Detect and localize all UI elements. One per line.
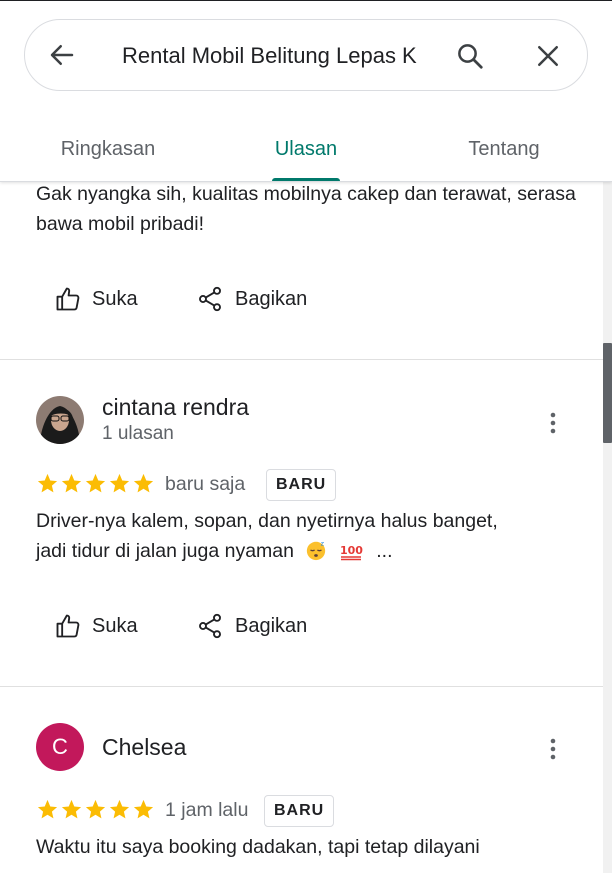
review-2-text-line2[interactable]: jadi tidur di jalan juga nyaman z 100 ..…	[36, 536, 576, 566]
star-icon	[37, 473, 58, 493]
scrollbar-track[interactable]	[603, 182, 612, 873]
star-rating	[36, 798, 155, 824]
share-icon	[199, 613, 221, 639]
search-bar[interactable]: Rental Mobil Belitung Lepas K	[24, 19, 588, 91]
review-2-text: jadi tidur di jalan juga nyaman	[36, 540, 294, 562]
review-time: baru saja	[165, 473, 246, 495]
star-icon	[61, 799, 82, 819]
close-icon[interactable]	[533, 41, 563, 71]
review-time: 1 jam lalu	[165, 799, 249, 821]
review-2-text-line1: Driver-nya kalem, sopan, dan nyetirnya h…	[36, 510, 498, 532]
star-rating	[36, 472, 155, 498]
more-options-icon[interactable]	[543, 736, 563, 762]
tab-ulasan[interactable]: Ulasan	[236, 109, 376, 181]
like-label: Suka	[92, 615, 138, 637]
like-button[interactable]: Suka	[54, 282, 154, 316]
tab-bar: Ringkasan Ulasan Tentang	[0, 109, 612, 181]
reviewer-name[interactable]: Chelsea	[102, 732, 186, 762]
read-more-ellipsis[interactable]: ...	[376, 540, 392, 562]
review-divider	[0, 686, 603, 687]
reviewer-review-count: 1 ulasan	[102, 423, 174, 444]
new-badge: BARU	[266, 469, 337, 501]
active-tab-indicator	[272, 178, 340, 181]
thumbs-up-icon	[56, 287, 80, 311]
star-icon	[85, 473, 106, 493]
like-button[interactable]: Suka	[54, 609, 154, 643]
avatar[interactable]: C	[36, 723, 84, 771]
svg-text:z: z	[321, 539, 325, 547]
star-icon	[133, 473, 154, 493]
star-icon	[109, 799, 130, 819]
star-icon	[85, 799, 106, 819]
sleeping-face-icon: z	[307, 539, 326, 561]
new-badge: BARU	[264, 795, 335, 827]
share-label: Bagikan	[235, 615, 308, 637]
more-options-icon[interactable]	[543, 410, 563, 436]
svg-text:100: 100	[340, 544, 363, 557]
star-icon	[61, 473, 82, 493]
review-1-text: Gak nyangka sih, kualitas mobilnya cakep…	[36, 183, 576, 235]
star-icon	[133, 799, 154, 819]
like-label: Suka	[92, 288, 138, 310]
header: Rental Mobil Belitung Lepas K Ringkasan …	[0, 1, 612, 182]
avatar[interactable]	[36, 396, 84, 444]
tab-ringkasan[interactable]: Ringkasan	[38, 109, 178, 181]
tab-tentang[interactable]: Tentang	[434, 109, 574, 181]
reviewer-name[interactable]: cintana rendra	[102, 392, 249, 422]
hundred-points-icon: 100	[340, 544, 363, 561]
star-icon	[37, 799, 58, 819]
review-divider	[0, 359, 603, 360]
avatar-photo	[36, 396, 84, 444]
star-icon	[109, 473, 130, 493]
thumbs-up-icon	[56, 614, 80, 638]
share-button[interactable]: Bagikan	[196, 282, 336, 316]
scrollbar-thumb[interactable]	[603, 343, 612, 443]
back-arrow-icon[interactable]	[47, 40, 77, 70]
share-label: Bagikan	[235, 288, 308, 310]
review-3-text-line1: Waktu itu saya booking dadakan, tapi tet…	[36, 836, 480, 858]
share-button[interactable]: Bagikan	[196, 609, 336, 643]
search-icon[interactable]	[455, 41, 485, 71]
share-icon	[199, 286, 221, 312]
search-input[interactable]: Rental Mobil Belitung Lepas K	[122, 42, 429, 70]
